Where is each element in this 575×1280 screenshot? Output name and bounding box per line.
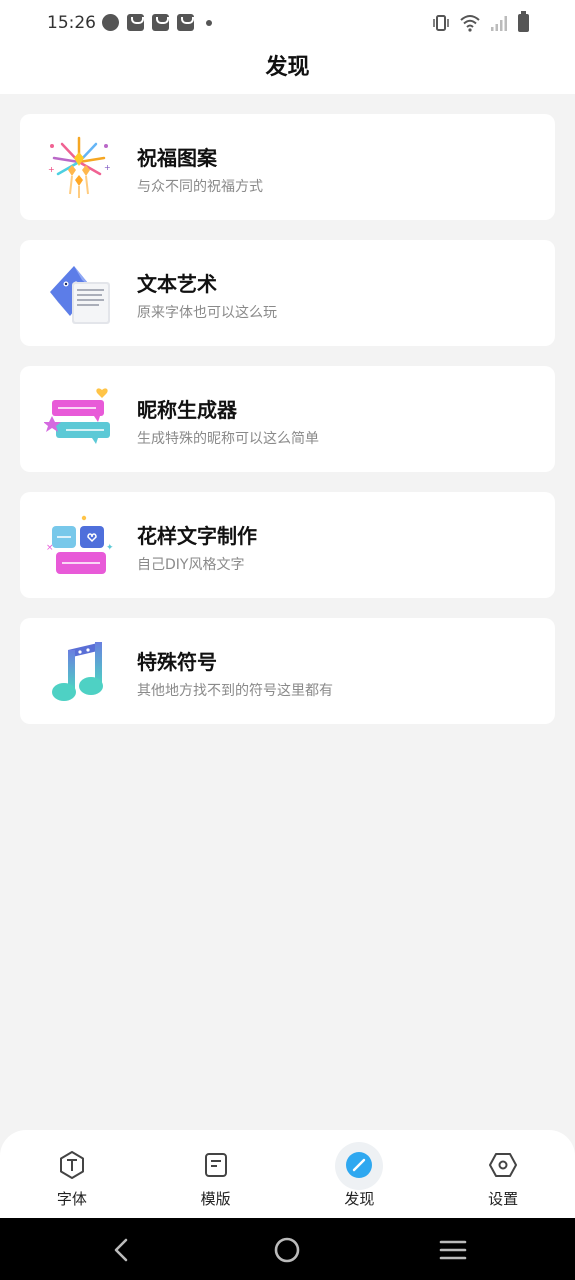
system-icons xyxy=(432,11,529,32)
svg-text:+: + xyxy=(48,165,55,174)
fireworks-icon: + + xyxy=(48,136,111,198)
nickname-bubbles-icon xyxy=(44,388,110,444)
card-blessing-patterns[interactable]: + + 祝福图案 与众不同的祝福方式 xyxy=(20,114,555,220)
status-time: 15:26 xyxy=(47,13,96,33)
home-icon[interactable] xyxy=(271,1234,303,1266)
card-title: 文本艺术 xyxy=(137,272,217,296)
tab-label: 字体 xyxy=(56,1190,87,1208)
settings-hexagon-icon xyxy=(489,1153,518,1177)
tab-fonts[interactable]: 字体 xyxy=(0,1130,144,1218)
more-notifications-icon xyxy=(206,19,212,26)
vibrate-icon xyxy=(433,15,449,31)
card-text-art[interactable]: 文本艺术 原来字体也可以这么玩 xyxy=(20,240,555,346)
page-title: 发现 xyxy=(265,55,310,80)
status-bar: 15:26 xyxy=(0,0,575,46)
tab-label: 发现 xyxy=(344,1190,375,1208)
svg-text:✦: ✦ xyxy=(106,543,114,553)
tab-discover[interactable]: 发现 xyxy=(288,1130,432,1218)
signal-icon xyxy=(491,16,507,31)
card-nickname-generator[interactable]: 昵称生成器 生成特殊的昵称可以这么简单 xyxy=(20,366,555,472)
svg-text:+: + xyxy=(104,163,111,172)
fancy-text-stickers-icon: × ✦ xyxy=(46,515,114,574)
discover-compass-icon xyxy=(346,1152,373,1178)
template-doc-icon xyxy=(204,1153,227,1177)
tab-label: 模版 xyxy=(200,1190,231,1208)
wifi-icon xyxy=(460,15,480,32)
shopping-bag-icon xyxy=(127,14,144,31)
text-art-envelope-icon xyxy=(50,266,110,324)
bottom-tab-bar: 字体 模版 发现 设置 xyxy=(0,1130,575,1218)
feature-card-list: + + 祝福图案 与众不同的祝福方式 文本艺术 原来字体也可以这么玩 昵称生成器… xyxy=(20,114,555,744)
card-special-symbols[interactable]: 特殊符号 其他地方找不到的符号这里都有 xyxy=(20,618,555,724)
card-subtitle: 原来字体也可以这么玩 xyxy=(137,305,277,321)
card-subtitle: 其他地方找不到的符号这里都有 xyxy=(137,683,333,699)
card-title: 花样文字制作 xyxy=(137,524,257,548)
shopping-bag-icon xyxy=(152,14,169,31)
tab-templates[interactable]: 模版 xyxy=(144,1130,288,1218)
card-title: 特殊符号 xyxy=(137,650,217,674)
svg-text:×: × xyxy=(46,543,54,553)
card-subtitle: 生成特殊的昵称可以这么简单 xyxy=(137,431,319,447)
menu-icon[interactable] xyxy=(437,1234,469,1266)
back-icon[interactable] xyxy=(106,1234,138,1266)
speedometer-icon xyxy=(102,14,119,31)
card-subtitle: 与众不同的祝福方式 xyxy=(137,179,263,195)
card-title: 昵称生成器 xyxy=(137,398,237,422)
header: 发现 xyxy=(0,46,575,94)
tab-label: 设置 xyxy=(488,1190,519,1208)
notification-icons xyxy=(102,14,212,31)
tab-settings[interactable]: 设置 xyxy=(431,1130,575,1218)
font-t-icon xyxy=(59,1151,84,1179)
system-navigation-bar xyxy=(0,1218,575,1280)
battery-icon xyxy=(518,11,529,32)
music-note-icon xyxy=(52,642,103,701)
card-fancy-text-maker[interactable]: × ✦ 花样文字制作 自己DIY风格文字 xyxy=(20,492,555,598)
card-title: 祝福图案 xyxy=(137,146,217,170)
shopping-bag-icon xyxy=(177,14,194,31)
card-subtitle: 自己DIY风格文字 xyxy=(137,557,245,573)
